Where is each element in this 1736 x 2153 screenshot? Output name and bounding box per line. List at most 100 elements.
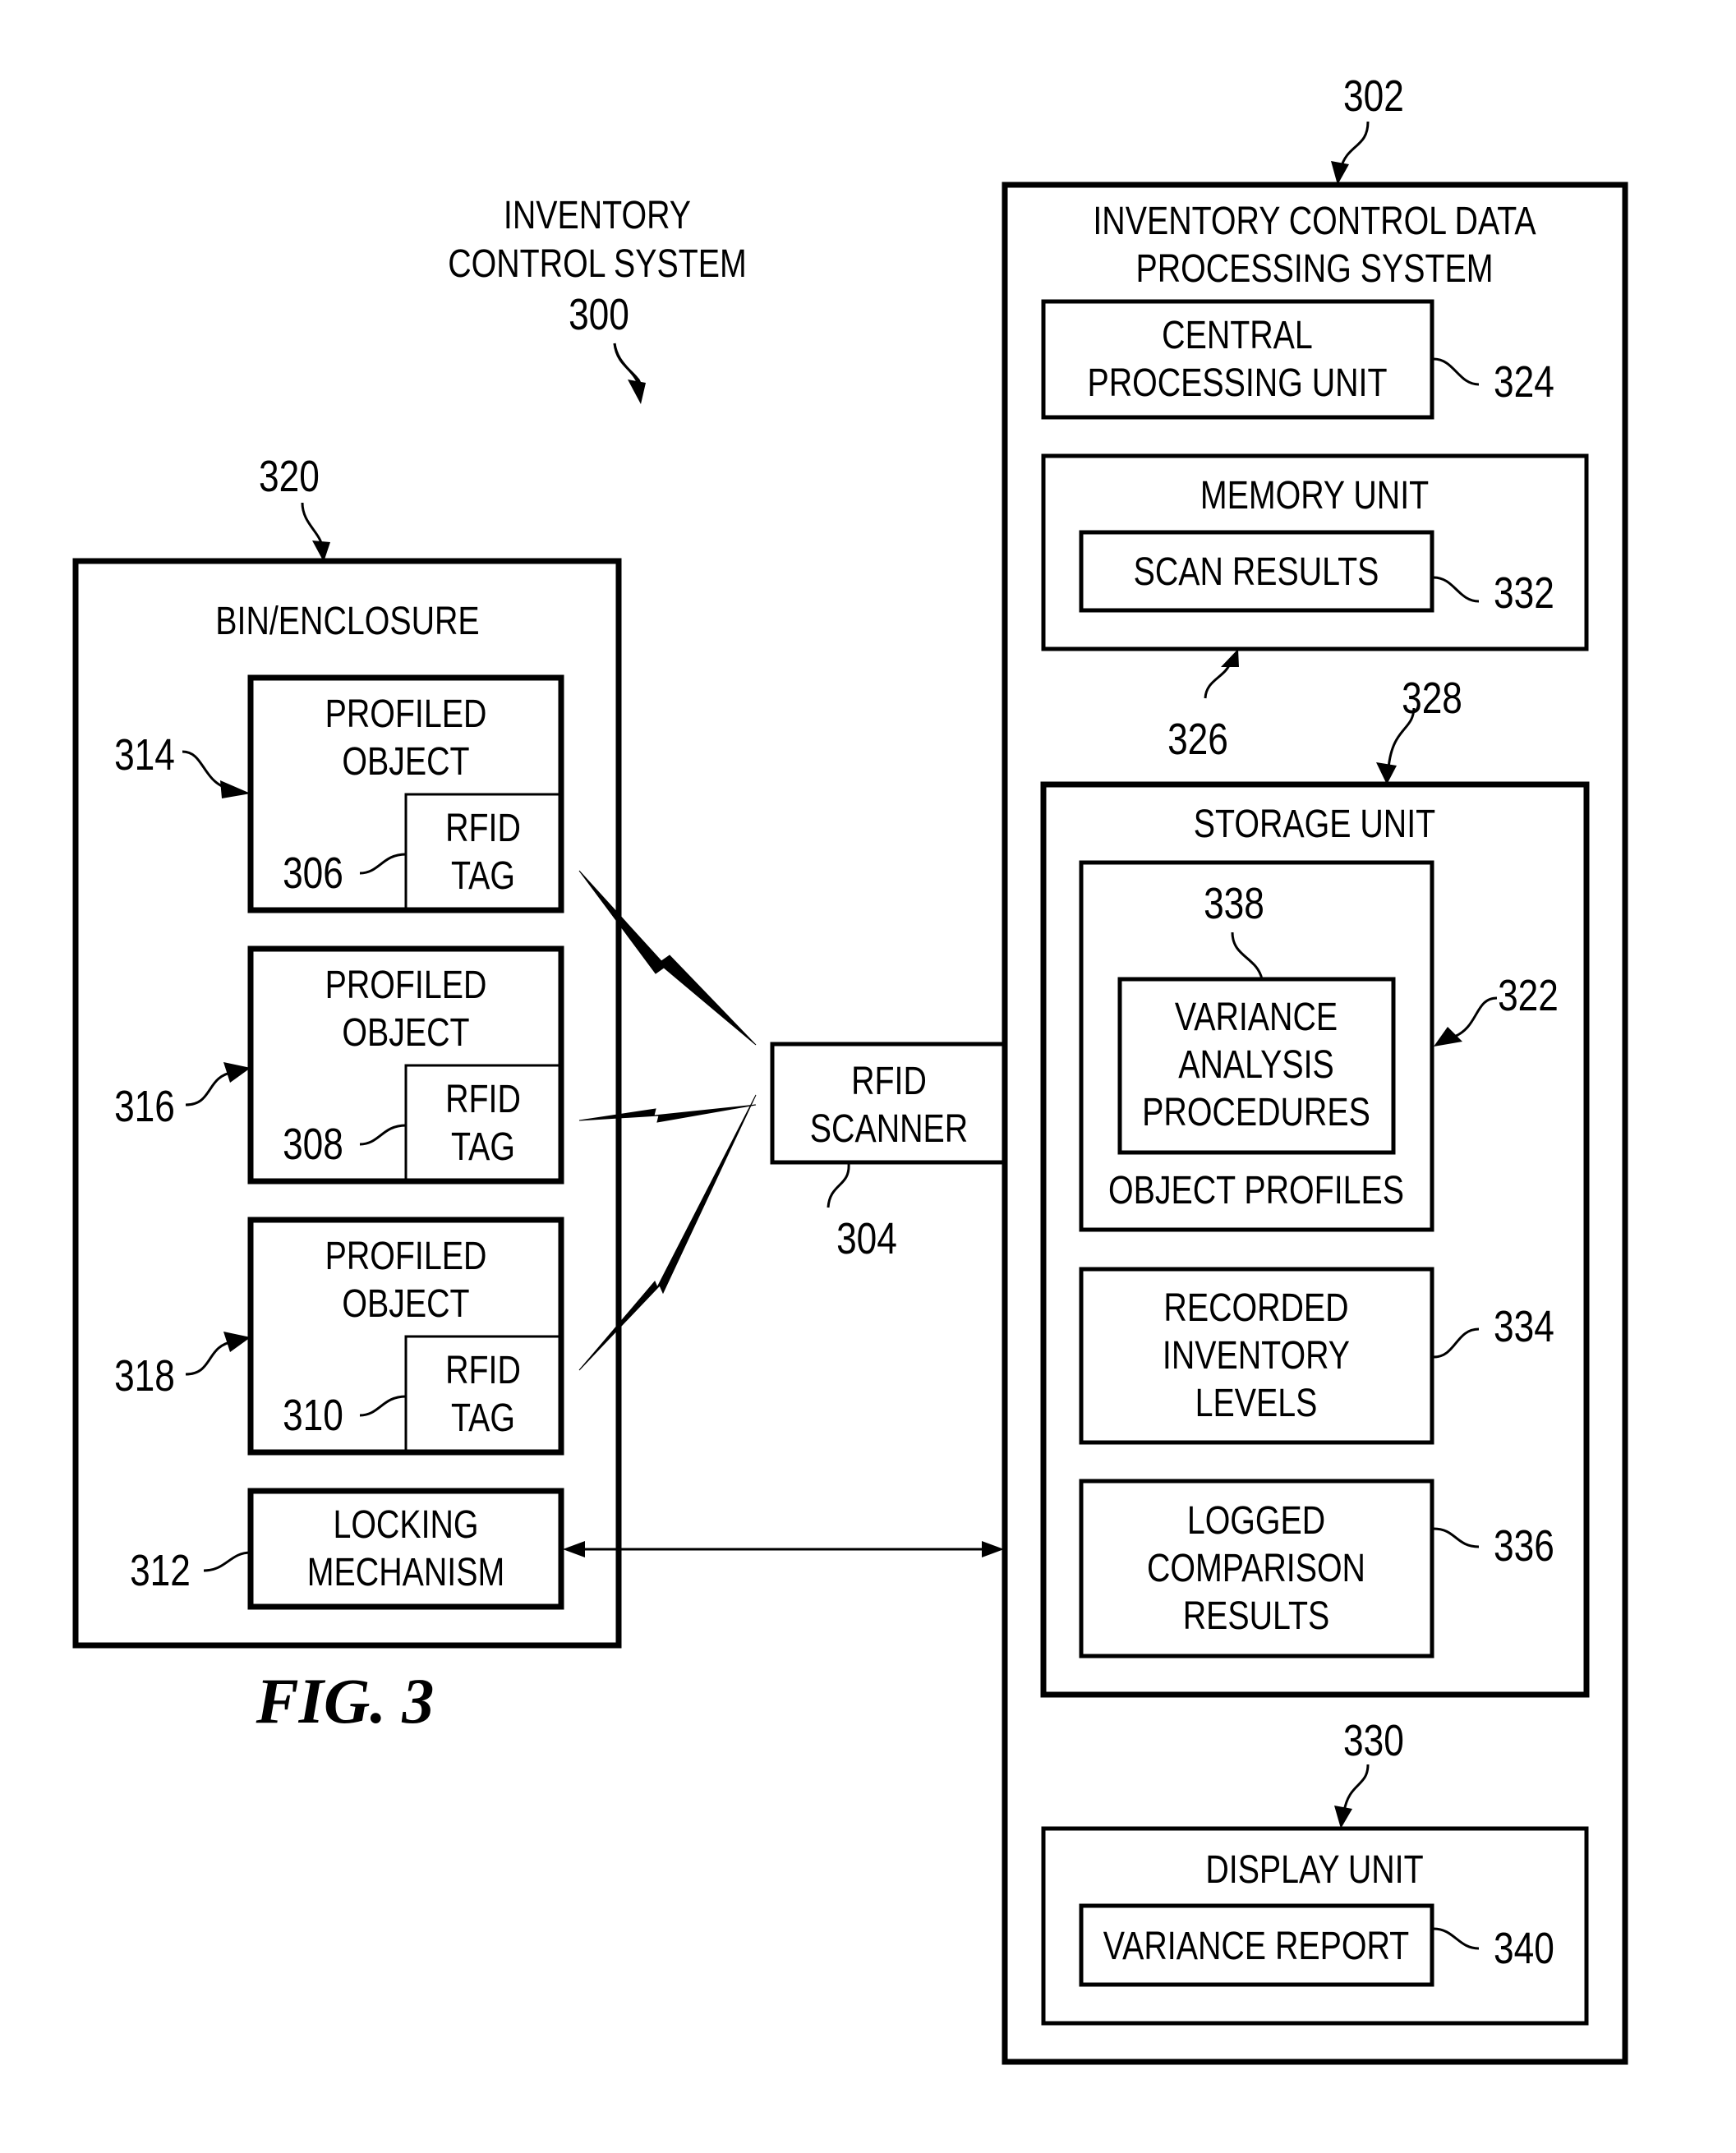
arrowhead-318: [223, 1332, 251, 1352]
ref-328: 328: [1402, 674, 1462, 723]
leader-302: [1339, 121, 1370, 169]
arrowhead-322: [1434, 1027, 1462, 1047]
ref-320: 320: [259, 452, 320, 501]
variance-analysis-line1: VARIANCE: [1175, 995, 1338, 1039]
leader-330: [1342, 1764, 1370, 1812]
ref-316: 316: [114, 1082, 175, 1131]
leader-306: [359, 853, 407, 875]
rfid-tag-label-line2: TAG: [451, 853, 515, 898]
rfid-scanner-label-line2: SCANNER: [810, 1106, 968, 1151]
ref-336: 336: [1494, 1521, 1554, 1571]
variance-report-label: VARIANCE REPORT: [1103, 1924, 1409, 1968]
arrowhead-left: [563, 1541, 585, 1557]
ref-338: 338: [1204, 879, 1264, 928]
object-profiles: 338 VARIANCE ANALYSIS PROCEDURES OBJECT …: [1079, 860, 1559, 1232]
central-processing-unit: CENTRAL PROCESSING UNIT 324: [1041, 299, 1554, 420]
profiled-object-label-line2: OBJECT: [342, 739, 469, 784]
profiled-object-label-line2: OBJECT: [342, 1281, 469, 1326]
cpu-label-line2: PROCESSING UNIT: [1087, 361, 1387, 405]
leader-316: [185, 1070, 235, 1106]
system-title: INVENTORY CONTROL SYSTEM 300: [448, 193, 747, 404]
ref-308: 308: [283, 1120, 343, 1169]
leader-336: [1433, 1527, 1480, 1548]
leader-340: [1433, 1927, 1480, 1950]
leader-322: [1453, 996, 1498, 1038]
figure-caption: FIG. 3: [256, 1665, 435, 1737]
profiled-object-label-line1: PROFILED: [325, 963, 487, 1007]
scan-results-label: SCAN RESULTS: [1134, 550, 1379, 594]
locking-mechanism: LOCKING MECHANISM 312: [130, 1488, 564, 1610]
profiled-object-314: PROFILED OBJECT RFID TAG 306 314: [114, 674, 564, 913]
leader-308: [359, 1124, 407, 1146]
ref-334: 334: [1494, 1302, 1554, 1351]
ref-306: 306: [283, 849, 343, 898]
variance-analysis-line3: PROCEDURES: [1142, 1090, 1370, 1134]
recorded-line1: RECORDED: [1163, 1286, 1348, 1330]
memory-unit-label: MEMORY UNIT: [1200, 473, 1429, 518]
leader-334: [1433, 1327, 1480, 1359]
profiled-object-label-line2: OBJECT: [342, 1010, 469, 1055]
profiled-object-318: PROFILED OBJECT RFID TAG 310 318: [114, 1217, 564, 1456]
system-title-line1: INVENTORY: [504, 193, 691, 237]
profiled-object-label-line1: PROFILED: [325, 1234, 487, 1278]
locking-mechanism-label-line2: MECHANISM: [307, 1550, 504, 1594]
leader-318: [185, 1340, 235, 1376]
data-system-title-line2: PROCESSING SYSTEM: [1135, 246, 1493, 291]
ref-314: 314: [114, 730, 175, 780]
wireless-bolt-top: [578, 870, 757, 1046]
leader-312: [203, 1551, 251, 1572]
ref-300: 300: [569, 290, 629, 339]
ref-318: 318: [114, 1351, 175, 1401]
leader-324: [1433, 357, 1480, 386]
bin-enclosure: 320 BIN/ENCLOSURE PROFILED OBJECT RFID T…: [72, 452, 622, 1649]
recorded-line3: LEVELS: [1195, 1381, 1318, 1425]
display-unit-label: DISPLAY UNIT: [1205, 1847, 1423, 1892]
bin-enclosure-label: BIN/ENCLOSURE: [215, 599, 479, 643]
memory-unit: MEMORY UNIT SCAN RESULTS 332 326: [1041, 453, 1589, 764]
variance-analysis-line2: ANALYSIS: [1178, 1042, 1334, 1087]
fig3-diagram: INVENTORY CONTROL SYSTEM 300 320 BIN/ENC…: [72, 71, 1628, 2065]
cpu-label-line1: CENTRAL: [1162, 313, 1313, 357]
arrowhead-326: [1221, 649, 1239, 667]
arrowhead-330: [1334, 1806, 1352, 1829]
arrowhead-300: [628, 380, 646, 404]
rfid-scanner-label-line1: RFID: [851, 1059, 927, 1103]
ref-312: 312: [130, 1546, 191, 1595]
profiled-object-label-line1: PROFILED: [325, 692, 487, 736]
ref-310: 310: [283, 1391, 343, 1440]
ref-302: 302: [1343, 71, 1404, 121]
ref-322: 322: [1498, 971, 1559, 1020]
rfid-tag-label-line2: TAG: [451, 1396, 515, 1440]
leader-300-curve: [613, 343, 641, 387]
logged-comparison-results: LOGGED COMPARISON RESULTS 336: [1079, 1479, 1554, 1658]
leader-338: [1231, 932, 1264, 980]
rfid-tag-label-line2: TAG: [451, 1125, 515, 1169]
leader-326: [1204, 663, 1232, 699]
locking-connection: [563, 1541, 1004, 1557]
storage-unit-label: STORAGE UNIT: [1194, 802, 1435, 846]
ref-330: 330: [1343, 1716, 1404, 1765]
locking-mechanism-label-line1: LOCKING: [333, 1502, 478, 1547]
arrowhead-302: [1331, 161, 1349, 185]
logged-line1: LOGGED: [1187, 1498, 1325, 1543]
leader-332: [1433, 576, 1480, 603]
arrowhead-314: [220, 780, 251, 798]
data-processing-system: 302 INVENTORY CONTROL DATA PROCESSING SY…: [1002, 71, 1628, 2065]
arrowhead-316: [223, 1062, 251, 1083]
system-title-line2: CONTROL SYSTEM: [448, 242, 747, 286]
object-profiles-label: OBJECT PROFILES: [1108, 1168, 1404, 1212]
recorded-line2: INVENTORY: [1163, 1333, 1350, 1378]
rfid-tag-label-line1: RFID: [445, 1348, 521, 1392]
rfid-tag-label-line1: RFID: [445, 806, 521, 850]
recorded-inventory-levels: RECORDED INVENTORY LEVELS 334: [1079, 1267, 1554, 1445]
leader-304: [827, 1162, 850, 1208]
logged-line3: RESULTS: [1183, 1594, 1330, 1638]
arrowhead-328: [1376, 762, 1397, 784]
wireless-links: [578, 870, 757, 1371]
ref-304: 304: [836, 1214, 897, 1263]
wireless-bolt-bottom: [578, 1094, 757, 1371]
ref-332: 332: [1494, 568, 1554, 618]
data-system-title-line1: INVENTORY CONTROL DATA: [1093, 199, 1536, 243]
profiled-object-316: PROFILED OBJECT RFID TAG 308 316: [114, 945, 564, 1185]
rfid-tag-label-line1: RFID: [445, 1077, 521, 1121]
